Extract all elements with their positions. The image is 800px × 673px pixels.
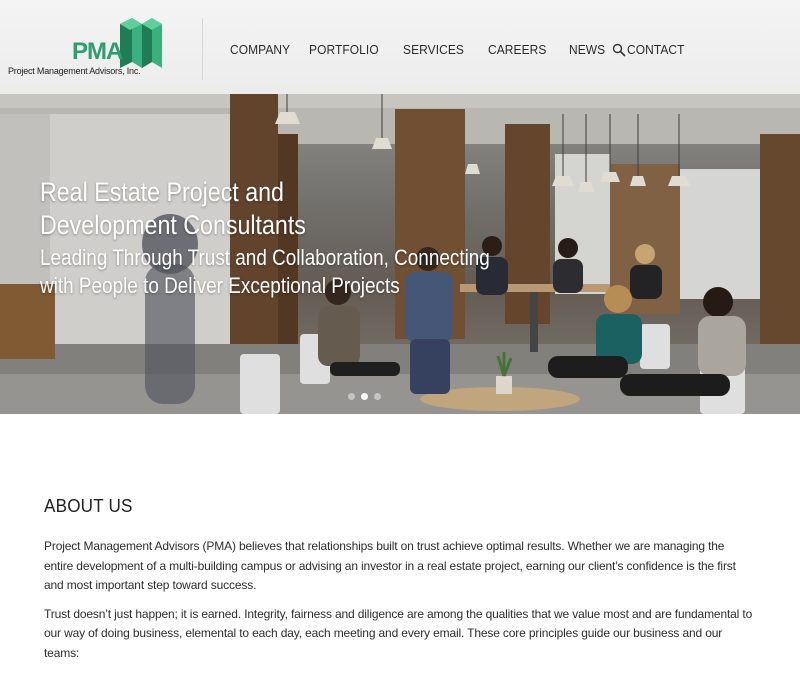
about-paragraph-1: Project Management Advisors (PMA) believ… [44,539,736,592]
about-paragraph-2: Trust doesn’t just happen; it is earned.… [44,606,753,660]
nav-item-company[interactable]: COMPANY [230,42,290,57]
nav-item-services[interactable]: SERVICES [403,42,464,57]
hero-title: Real Estate Project and Development Cons… [40,176,306,242]
hero-title-line-1: Real Estate Project and [40,177,284,207]
hero-text: Real Estate Project and Development Cons… [40,176,530,300]
pma-logo-icon: PMA [72,18,162,68]
hero-subtitle: Leading Through Trust and Collaboration,… [40,244,490,300]
hero-title-line-2: Development Consultants [40,210,306,240]
slider-dot-1[interactable] [348,393,355,400]
pma-logo[interactable]: PMA Project Management Advisors, Inc. [6,14,186,80]
main-nav: COMPANY PORTFOLIO SERVICES CAREERS NEWS … [230,42,707,57]
about-heading: ABOUT US [44,496,133,516]
header-divider [202,18,203,80]
about-section: ABOUT US Project Management Advisors (PM… [44,496,756,663]
slider-dot-2[interactable] [361,393,368,400]
hero-subtitle-line-2: with People to Deliver Exceptional Proje… [40,273,400,298]
search-icon[interactable] [612,43,626,57]
hero-banner: Real Estate Project and Development Cons… [0,94,800,414]
slider-dots [348,393,381,400]
site-header: PMA Project Management Advisors, Inc. CO… [0,0,800,94]
slider-dot-3[interactable] [374,393,381,400]
nav-item-careers[interactable]: CAREERS [488,42,546,57]
logo-text: PMA [72,38,123,65]
nav-item-contact[interactable]: CONTACT [627,42,685,57]
nav-item-portfolio[interactable]: PORTFOLIO [309,42,379,57]
logo-tagline: Project Management Advisors, Inc. [8,66,141,76]
hero-subtitle-line-1: Leading Through Trust and Collaboration,… [40,245,490,270]
nav-item-news[interactable]: NEWS [569,42,605,57]
